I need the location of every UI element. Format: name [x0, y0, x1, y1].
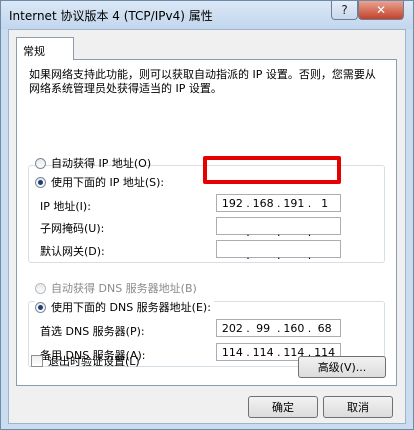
preferred-dns-octet-3[interactable]: 160. — [279, 322, 311, 335]
radio-manual-ip-label: 使用下面的 IP 地址(S): — [51, 176, 165, 189]
ip-dot-separator: . — [277, 249, 281, 262]
ip-address-highlight — [203, 156, 341, 184]
cancel-button[interactable]: 取消 — [323, 396, 393, 418]
validate-on-exit-label: 退出时验证设置(L) — [48, 355, 140, 368]
radio-auto-dns-circle[interactable] — [35, 282, 46, 294]
ip-address-octet-3[interactable]: 191. — [279, 197, 311, 210]
ip-address-octet-2[interactable]: 168. — [248, 197, 281, 210]
ip-dot-separator: . — [246, 226, 250, 239]
radio-auto-ip-label: 自动获得 IP 地址(O) — [51, 157, 152, 170]
subnet-mask-input[interactable]: ... — [216, 217, 341, 239]
general-tab-panel: 如果网络支持此功能，则可以获取自动指派的 IP 设置。否则，您需要从网络系统管理… — [16, 59, 397, 386]
window-title: Internet 协议版本 4 (TCP/IPv4) 属性 — [9, 9, 213, 23]
tab-general[interactable]: 常规 — [16, 37, 74, 60]
default-gateway-label: 默认网关(D): — [40, 245, 105, 258]
alternate-dns-octet-1[interactable]: 114. — [217, 346, 250, 359]
ip-dot-separator: . — [307, 226, 312, 239]
subnet-mask-label: 子网掩码(U): — [40, 222, 105, 235]
description-text: 如果网络支持此功能，则可以获取自动指派的 IP 设置。否则，您需要从网络系统管理… — [29, 68, 376, 95]
ok-button[interactable]: 确定 — [248, 396, 318, 418]
help-button[interactable]: ? — [331, 1, 358, 20]
radio-manual-ip-circle[interactable] — [35, 176, 46, 188]
radio-manual-ip[interactable]: 使用下面的 IP 地址(S): — [35, 174, 168, 190]
close-icon: ✕ — [375, 3, 387, 17]
advanced-button[interactable]: 高级(V)... — [298, 356, 386, 378]
ip-address-octet-4[interactable]: 1 — [309, 197, 340, 210]
ip-address-label: IP 地址(I): — [40, 200, 91, 213]
radio-manual-dns[interactable]: 使用下面的 DNS 服务器地址(E): — [35, 299, 214, 315]
close-button[interactable]: ✕ — [358, 1, 404, 20]
ip-dot-separator: . — [277, 226, 281, 239]
dialog-window: Internet 协议版本 4 (TCP/IPv4) 属性 ? ✕ 常规 如果网… — [0, 0, 414, 430]
preferred-dns-octet-4[interactable]: 68 — [309, 322, 340, 335]
radio-auto-dns-label: 自动获得 DNS 服务器地址(B) — [51, 282, 197, 295]
title-bar[interactable]: Internet 协议版本 4 (TCP/IPv4) 属性 ? ✕ — [1, 1, 413, 29]
ip-dot-separator: . — [307, 249, 312, 262]
radio-auto-ip[interactable]: 自动获得 IP 地址(O) — [35, 155, 151, 171]
preferred-dns-label: 首选 DNS 服务器(P): — [40, 325, 145, 338]
preferred-dns-input[interactable]: 202. 99. 160. 68 — [216, 319, 341, 337]
radio-manual-dns-circle[interactable] — [35, 301, 46, 313]
validate-on-exit-box[interactable] — [31, 355, 43, 367]
alternate-dns-octet-2[interactable]: 114. — [248, 346, 281, 359]
radio-manual-dns-label: 使用下面的 DNS 服务器地址(E): — [51, 301, 211, 314]
radio-auto-dns[interactable]: 自动获得 DNS 服务器地址(B) — [35, 280, 197, 296]
validate-on-exit-checkbox[interactable]: 退出时验证设置(L) — [31, 353, 140, 369]
preferred-dns-octet-1[interactable]: 202. — [217, 322, 250, 335]
ip-address-octet-1[interactable]: 192. — [217, 197, 250, 210]
ip-address-input[interactable]: 192. 168. 191. 1 — [216, 194, 341, 212]
ip-dot-separator: . — [246, 249, 250, 262]
dialog-client-area: 常规 如果网络支持此功能，则可以获取自动指派的 IP 设置。否则，您需要从网络系… — [8, 29, 406, 424]
radio-auto-ip-circle[interactable] — [35, 157, 46, 169]
preferred-dns-octet-2[interactable]: 99. — [248, 322, 280, 335]
default-gateway-input[interactable]: ... — [216, 240, 341, 262]
